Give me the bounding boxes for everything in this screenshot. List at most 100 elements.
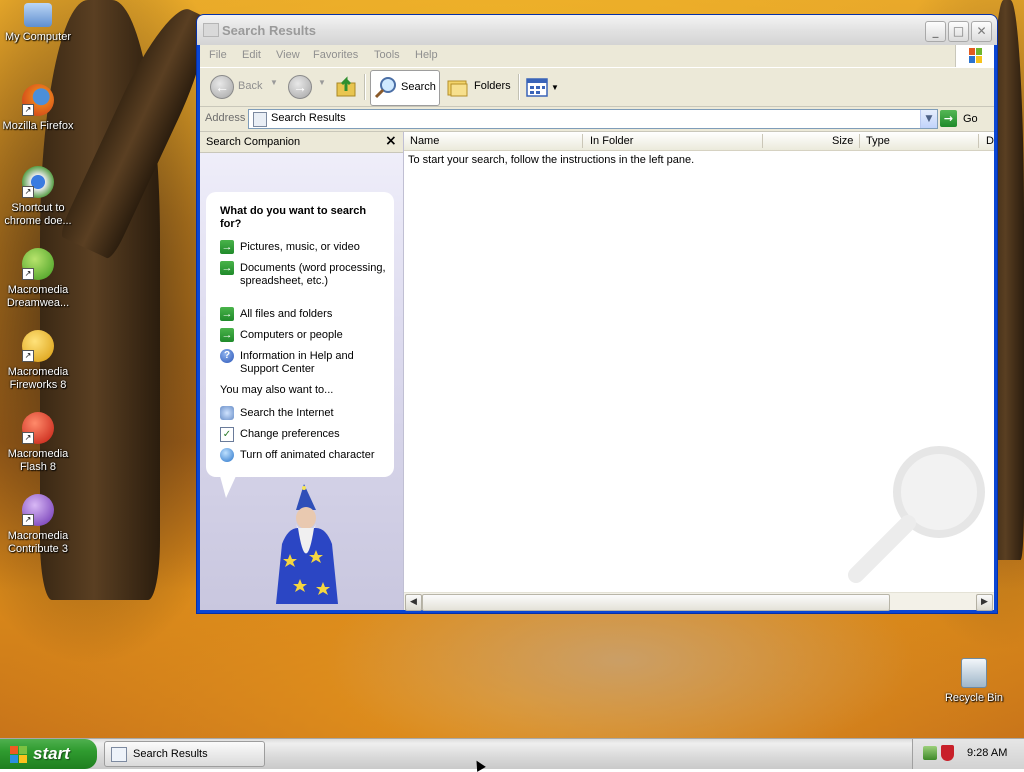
taskbar-button-search-results[interactable]: Search Results xyxy=(104,741,265,767)
search-companion-pane: Search Companion × What do you want to s… xyxy=(200,132,404,610)
desktop-icon-label: Macromedia Dreamwea... xyxy=(6,284,70,309)
address-bar: Address Search Results ▼ → Go xyxy=(200,107,994,132)
go-button[interactable]: → Go xyxy=(940,109,990,129)
desktop-icon-label: Macromedia Contribute 3 xyxy=(7,530,69,555)
preferences-checklist-icon: ✓ xyxy=(220,427,234,442)
views-icon xyxy=(526,78,548,97)
flash-icon: ↗ xyxy=(22,412,54,444)
search-results-page-icon xyxy=(253,112,267,127)
toolbar-separator xyxy=(518,74,520,100)
option-label: Search the Internet xyxy=(240,407,334,419)
views-dropdown-icon: ▼ xyxy=(551,83,559,92)
column-divider[interactable] xyxy=(582,134,583,148)
search-button[interactable]: Search xyxy=(370,70,440,106)
windows-flag-icon xyxy=(10,746,27,763)
column-divider[interactable] xyxy=(859,134,860,148)
option-computers-people[interactable]: → Computers or people xyxy=(220,328,385,343)
search-companion-balloon: What do you want to search for? → Pictur… xyxy=(206,192,394,477)
desktop-icon-contribute[interactable]: ↗ Macromedia Contribute 3 xyxy=(0,494,76,556)
green-arrow-icon: → xyxy=(220,328,234,342)
search-magnifier-icon xyxy=(374,77,396,99)
menu-edit[interactable]: Edit xyxy=(242,49,261,61)
window-folder-icon xyxy=(203,23,219,37)
back-button[interactable]: ← Back ▼ xyxy=(208,72,278,102)
column-divider[interactable] xyxy=(762,134,763,148)
desktop-icon-label: My Computer xyxy=(4,31,72,43)
desktop-icon-dreamweaver[interactable]: ↗ Macromedia Dreamwea... xyxy=(0,248,76,310)
scroll-right-button[interactable]: ▶ xyxy=(976,594,993,611)
option-documents[interactable]: → Documents (word processing, spreadshee… xyxy=(220,261,386,301)
search-companion-title: Search Companion xyxy=(206,136,301,148)
menu-help[interactable]: Help xyxy=(415,49,438,61)
also-want-heading: You may also want to... xyxy=(220,384,334,396)
desktop-icon-firefox[interactable]: ↗ Mozilla Firefox xyxy=(0,84,76,133)
column-header-in-folder[interactable]: In Folder xyxy=(590,135,633,147)
option-label: Information in Help and Support Center xyxy=(240,350,354,375)
address-dropdown-button[interactable]: ▼ xyxy=(920,110,937,128)
option-help-support[interactable]: ? Information in Help and Support Center xyxy=(220,349,385,377)
folders-button[interactable]: Folders xyxy=(444,72,514,102)
column-header-size[interactable]: Size xyxy=(832,135,853,147)
option-pictures-music-video[interactable]: → Pictures, music, or video xyxy=(220,240,385,255)
scrollbar-thumb[interactable] xyxy=(422,594,890,611)
green-arrow-icon: → xyxy=(220,307,234,321)
start-button[interactable]: start xyxy=(0,739,97,769)
up-folder-button[interactable] xyxy=(334,72,360,102)
window-title: Search Results xyxy=(222,23,316,38)
title-bar[interactable]: Search Results _ □ ✕ xyxy=(197,15,997,45)
forward-arrow-icon: → xyxy=(288,75,312,99)
close-pane-button[interactable]: × xyxy=(385,133,397,149)
desktop-icon-fireworks[interactable]: ↗ Macromedia Fireworks 8 xyxy=(0,330,76,392)
recycle-bin-icon xyxy=(961,658,987,688)
desktop-icon-label: Macromedia Flash 8 xyxy=(7,448,69,473)
desktop-icon-chrome[interactable]: ↗ Shortcut to chrome doe... xyxy=(0,166,76,228)
clock[interactable]: 9:28 AM xyxy=(967,747,1007,759)
option-search-internet[interactable]: Search the Internet xyxy=(220,406,385,421)
option-label: All files and folders xyxy=(240,308,333,320)
option-change-preferences[interactable]: ✓ Change preferences xyxy=(220,427,385,442)
horizontal-scrollbar[interactable]: ◀ ▶ xyxy=(404,592,994,611)
option-label: Change preferences xyxy=(240,428,340,440)
forward-dropdown-icon: ▼ xyxy=(318,78,326,87)
minimize-button[interactable]: _ xyxy=(925,21,946,42)
security-shield-tray-icon[interactable] xyxy=(941,745,954,761)
menu-favorites[interactable]: Favorites xyxy=(313,49,358,61)
results-list-pane[interactable]: Name In Folder Size Type D To start your… xyxy=(404,132,994,611)
wizard-character-icon[interactable] xyxy=(268,484,348,609)
window-body: File Edit View Favorites Tools Help ← Ba… xyxy=(200,45,994,611)
column-divider[interactable] xyxy=(978,134,979,148)
menu-file[interactable]: File xyxy=(209,49,227,61)
go-label: Go xyxy=(963,113,978,125)
animated-character-icon xyxy=(220,448,234,462)
up-folder-icon xyxy=(336,76,356,97)
scroll-left-button[interactable]: ◀ xyxy=(405,594,422,611)
go-arrow-icon: → xyxy=(940,110,957,127)
menu-view[interactable]: View xyxy=(276,49,300,61)
column-headers: Name In Folder Size Type D xyxy=(404,132,994,151)
chrome-icon: ↗ xyxy=(22,166,54,198)
desktop-icon-flash[interactable]: ↗ Macromedia Flash 8 xyxy=(0,412,76,474)
back-dropdown-icon: ▼ xyxy=(270,78,278,87)
fireworks-icon: ↗ xyxy=(22,330,54,362)
magnifier-watermark-icon xyxy=(848,446,985,583)
column-header-type[interactable]: Type xyxy=(866,135,890,147)
folders-label: Folders xyxy=(474,80,511,92)
desktop-icon-label: Macromedia Fireworks 8 xyxy=(7,366,69,391)
balloon-question: What do you want to search for? xyxy=(220,205,367,230)
views-button[interactable]: ▼ xyxy=(524,72,560,102)
option-all-files-folders[interactable]: → All files and folders xyxy=(220,307,385,322)
column-header-date[interactable]: D xyxy=(986,135,994,147)
desktop-icon-label: Mozilla Firefox xyxy=(2,120,74,132)
option-turn-off-character[interactable]: Turn off animated character xyxy=(220,448,385,463)
column-header-name[interactable]: Name xyxy=(410,135,439,147)
network-tray-icon[interactable] xyxy=(923,746,937,760)
address-input[interactable]: Search Results ▼ xyxy=(248,109,938,129)
desktop-icon-my-computer[interactable]: My Computer xyxy=(0,3,76,44)
forward-button[interactable]: → ▼ xyxy=(286,72,330,102)
desktop-icon-recycle-bin[interactable]: Recycle Bin xyxy=(936,658,1012,705)
menu-tools[interactable]: Tools xyxy=(374,49,400,61)
maximize-button[interactable]: □ xyxy=(948,21,969,42)
desktop-icon-label: Recycle Bin xyxy=(944,692,1004,704)
desktop-icon-label: Shortcut to chrome doe... xyxy=(4,202,72,227)
close-button[interactable]: ✕ xyxy=(971,21,992,42)
